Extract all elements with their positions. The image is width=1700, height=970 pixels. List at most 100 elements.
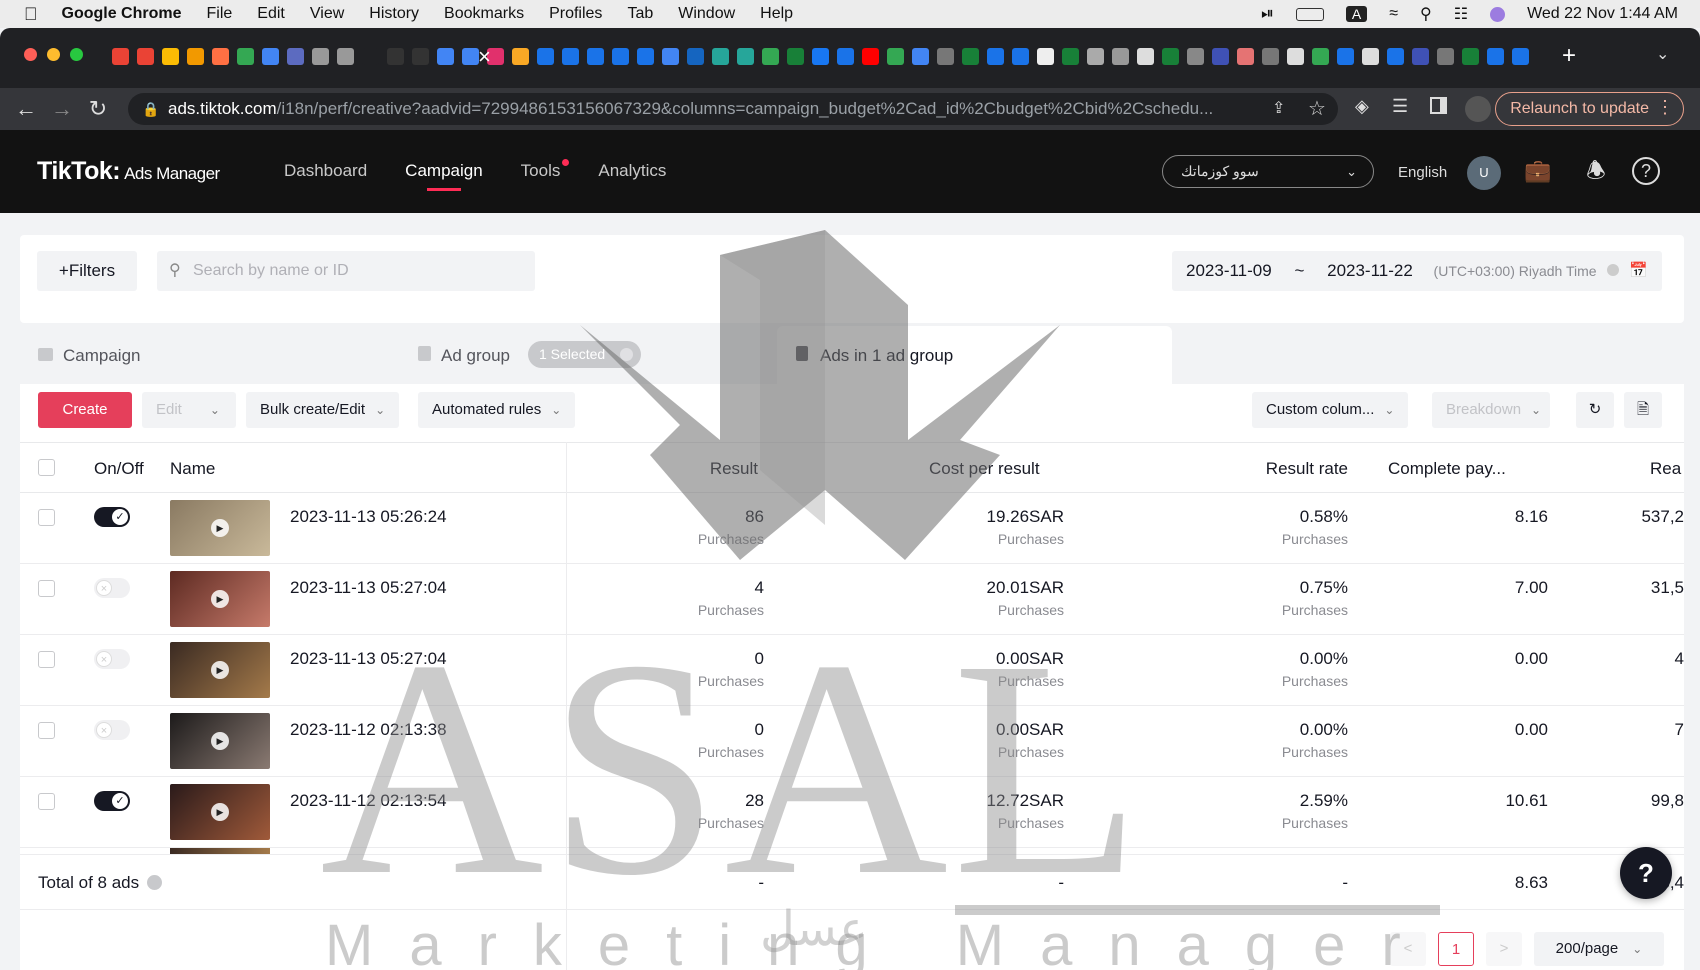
tab-search-icon[interactable]: ⌄	[1656, 44, 1669, 64]
pinned-tab-favicon-icon[interactable]	[262, 48, 279, 65]
pinned-tab-favicon-icon[interactable]	[587, 48, 604, 65]
pinned-tab-favicon-icon[interactable]	[762, 48, 779, 65]
close-window-icon[interactable]	[24, 48, 37, 61]
pinned-tab-favicon-icon[interactable]	[237, 48, 254, 65]
table-row[interactable]: × ▶ 2023-11-12 02:13:38 0 Purchases 0.00…	[20, 706, 1684, 777]
pinned-tab-favicon-icon[interactable]	[987, 48, 1004, 65]
col-reach[interactable]: Rea	[1650, 459, 1681, 479]
selected-badge[interactable]: 1 Selected	[528, 341, 641, 368]
pinned-tab-favicon-icon[interactable]	[912, 48, 929, 65]
nav-tools[interactable]: Tools	[521, 159, 569, 181]
col-result-rate[interactable]: Result rate	[1220, 459, 1348, 479]
row-checkbox[interactable]	[38, 722, 55, 739]
pinned-tab-favicon-icon[interactable]	[1287, 48, 1304, 65]
tab-campaign[interactable]: Campaign	[38, 346, 141, 366]
language-selector[interactable]: English	[1398, 164, 1447, 181]
pinned-tab-favicon-icon[interactable]	[1062, 48, 1079, 65]
prev-page-button[interactable]: <	[1390, 932, 1426, 966]
pinned-tab-favicon-icon[interactable]	[437, 48, 454, 65]
pinned-tab-favicon-icon[interactable]	[362, 48, 379, 65]
ad-name[interactable]: 2023-11-13 05:27:04	[290, 578, 447, 598]
siri-icon[interactable]	[1490, 6, 1506, 22]
briefcase-icon[interactable]: 💼	[1522, 155, 1554, 187]
maximize-window-icon[interactable]	[70, 48, 83, 61]
clear-selection-icon[interactable]	[620, 348, 633, 361]
create-button[interactable]: Create	[38, 392, 132, 428]
tab-adgroup[interactable]: Ad group	[418, 346, 510, 366]
col-onoff[interactable]: On/Off	[94, 459, 144, 479]
tab-ads[interactable]: Ads in 1 ad group	[796, 346, 953, 366]
ad-thumbnail[interactable]: ▶	[170, 713, 270, 769]
pinned-tab-favicon-icon[interactable]	[1037, 48, 1054, 65]
play-icon[interactable]: ⏯	[1261, 5, 1274, 23]
reload-icon[interactable]: ↻	[80, 96, 116, 122]
menu-help[interactable]: Help	[760, 5, 793, 23]
nav-analytics[interactable]: Analytics	[598, 161, 666, 181]
edit-button[interactable]: Edit ⌄	[142, 392, 236, 428]
date-range-picker[interactable]: 2023-11-09 ~ 2023-11-22 (UTC+03:00) Riya…	[1172, 251, 1662, 291]
menu-profiles[interactable]: Profiles	[549, 5, 602, 23]
pinned-tab-favicon-icon[interactable]	[1487, 48, 1504, 65]
pinned-tab-favicon-icon[interactable]	[1412, 48, 1429, 65]
pinned-tab-favicon-icon[interactable]	[612, 48, 629, 65]
pinned-tab-favicon-icon[interactable]	[1112, 48, 1129, 65]
per-page-select[interactable]: 200/page ⌄	[1534, 932, 1664, 966]
menu-edit[interactable]: Edit	[257, 5, 285, 23]
pinned-tab-favicon-icon[interactable]	[387, 48, 404, 65]
more-vert-icon[interactable]: ⋮	[1656, 97, 1674, 118]
search-icon[interactable]: ⚲	[1420, 4, 1432, 24]
pinned-tab-favicon-icon[interactable]	[1387, 48, 1404, 65]
pinned-tab-favicon-icon[interactable]	[1087, 48, 1104, 65]
ad-status-toggle[interactable]: ✓	[94, 507, 130, 527]
pinned-tab-favicon-icon[interactable]	[187, 48, 204, 65]
pinned-tab-favicon-icon[interactable]	[162, 48, 179, 65]
bell-icon[interactable]: 🕭	[1580, 155, 1612, 187]
pinned-tab-favicon-icon[interactable]	[1237, 48, 1254, 65]
pinned-tab-favicon-icon[interactable]	[1312, 48, 1329, 65]
menu-window[interactable]: Window	[678, 5, 735, 23]
pinned-tab-favicon-icon[interactable]	[937, 48, 954, 65]
custom-columns-button[interactable]: Custom colum... ⌄	[1252, 392, 1409, 428]
floating-help-button[interactable]: ?	[1620, 847, 1672, 899]
next-page-button[interactable]: >	[1486, 932, 1522, 966]
pinned-tab-favicon-icon[interactable]	[662, 48, 679, 65]
pinned-tab-favicon-icon[interactable]	[112, 48, 129, 65]
pinned-tab-favicon-icon[interactable]	[562, 48, 579, 65]
help-circle-icon[interactable]: ?	[1632, 157, 1660, 185]
col-cost-per-result[interactable]: Cost per result	[929, 459, 1040, 479]
pinned-tab-favicon-icon[interactable]	[737, 48, 754, 65]
pinned-tab-favicon-icon[interactable]	[312, 48, 329, 65]
menu-history[interactable]: History	[369, 5, 419, 23]
ad-status-toggle[interactable]: ✓	[94, 791, 130, 811]
pinned-tab-favicon-icon[interactable]	[862, 48, 879, 65]
pinned-tab-favicon-icon[interactable]	[512, 48, 529, 65]
page-1-button[interactable]: 1	[1438, 932, 1474, 966]
ad-status-toggle[interactable]: ×	[94, 649, 130, 669]
pinned-tab-favicon-icon[interactable]	[1162, 48, 1179, 65]
table-row[interactable]: × ▶ 2023-11-13 05:27:04 4 Purchases 20.0…	[20, 564, 1684, 635]
pinned-tab-favicon-icon[interactable]	[1512, 48, 1529, 65]
pinned-tab-favicon-icon[interactable]	[787, 48, 804, 65]
avatar[interactable]: U	[1467, 156, 1501, 190]
col-complete-payment[interactable]: Complete pay...	[1388, 459, 1506, 479]
pinned-tab-favicon-icon[interactable]	[462, 48, 479, 65]
profile-avatar[interactable]	[1465, 96, 1491, 122]
table-row[interactable]: ✓ ▶ 2023-11-12 02:13:54 28 Purchases 12.…	[20, 777, 1684, 848]
minimize-window-icon[interactable]	[47, 48, 60, 61]
tiktok-logo[interactable]: TikTok: Ads Manager	[37, 157, 220, 186]
pinned-tab-favicon-icon[interactable]	[1137, 48, 1154, 65]
pinned-tab-favicon-icon[interactable]	[212, 48, 229, 65]
table-row[interactable]: ✓ ▶ 2023-11-13 05:26:24 86 Purchases 19.…	[20, 493, 1684, 564]
automated-rules-button[interactable]: Automated rules ⌄	[418, 392, 576, 428]
apple-icon[interactable]: 	[24, 4, 38, 25]
ad-thumbnail[interactable]: ▶	[170, 571, 270, 627]
nav-campaign[interactable]: Campaign	[405, 161, 483, 191]
ad-name[interactable]: 2023-11-13 05:26:24	[290, 507, 447, 527]
forward-icon[interactable]: →	[44, 96, 80, 122]
pinned-tab-favicon-icon[interactable]	[537, 48, 554, 65]
filters-button[interactable]: +Filters	[37, 251, 137, 291]
bulk-edit-button[interactable]: Bulk create/Edit ⌄	[246, 392, 400, 428]
ad-thumbnail[interactable]: ▶	[170, 642, 270, 698]
wifi-icon[interactable]: ≈	[1389, 5, 1398, 23]
ad-name[interactable]: 2023-11-13 05:27:04	[290, 649, 447, 669]
